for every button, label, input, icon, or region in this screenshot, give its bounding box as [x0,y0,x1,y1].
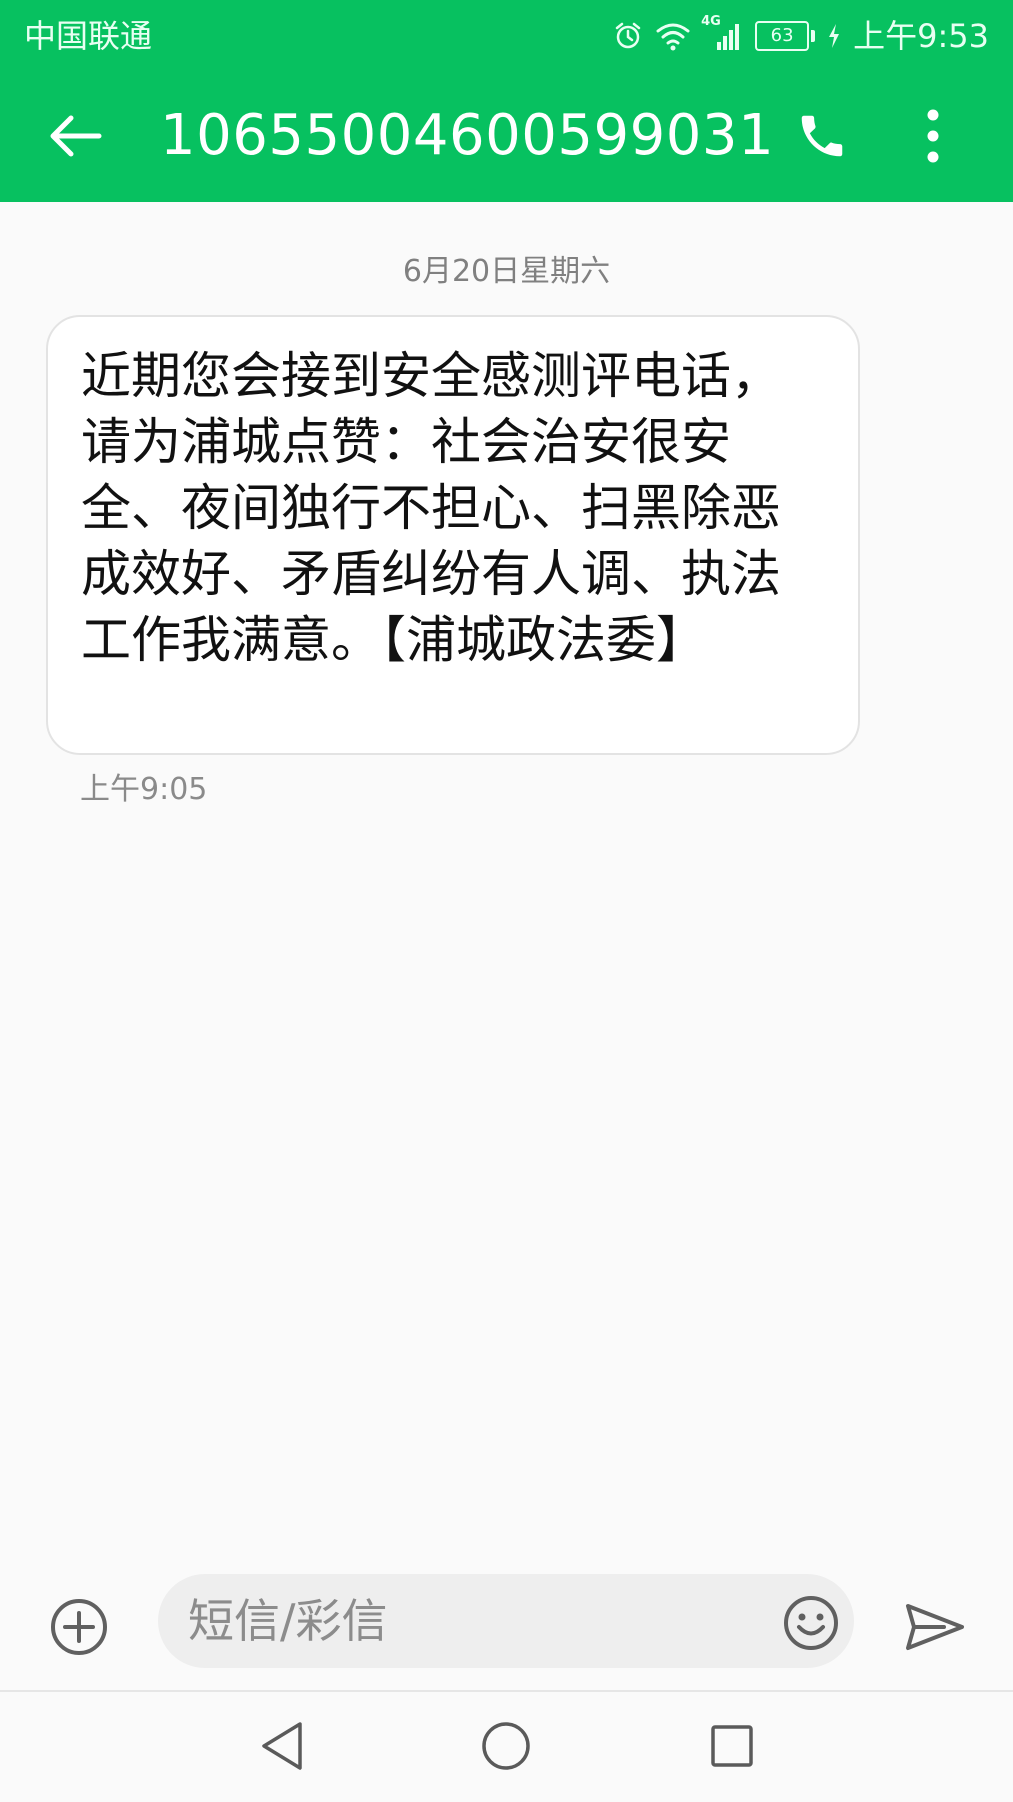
nav-back-button[interactable] [250,1714,314,1778]
system-nav-bar [0,1690,1013,1802]
call-button[interactable] [788,102,856,170]
message-text: 近期您会接到安全感测评电话，请为浦城点赞：社会治安很安全、夜间独行不担心、扫黑除… [81,347,781,669]
composer-bar [0,1560,1013,1690]
status-time: 上午9:53 [853,17,989,55]
more-options-button[interactable] [908,100,958,172]
triangle-back-icon [262,1722,302,1770]
signal-icon: 4G [701,14,743,52]
back-button[interactable] [40,104,110,168]
square-recents-icon [711,1725,753,1767]
status-icons: 4G 63 上午9:53 [613,14,989,58]
conversation-toolbar: 10655004600599031 [0,70,1013,202]
plus-circle-icon [51,1599,107,1655]
app-header: 中国联通 4G 63 上午9:53 10655004600599031 [0,0,1013,202]
alarm-icon [613,21,643,51]
phone-icon [801,115,843,157]
message-bubble[interactable]: 近期您会接到安全感测评电话，请为浦城点赞：社会治安很安全、夜间独行不担心、扫黑除… [46,315,860,755]
date-separator: 6月20日星期六 [402,254,611,289]
nav-home-button[interactable] [474,1714,538,1778]
arrow-left-icon [50,115,102,157]
charging-icon [827,23,841,49]
send-icon [906,1604,964,1650]
message-input[interactable] [188,1586,728,1656]
battery-icon: 63 [755,21,816,51]
attach-button[interactable] [44,1592,114,1662]
compose-field[interactable] [158,1574,854,1668]
status-bar: 中国联通 4G 63 上午9:53 [0,0,1013,70]
network-type: 4G [701,14,721,29]
smiley-icon [784,1596,838,1650]
contact-number: 10655004600599031 [160,103,775,168]
carrier-name: 中国联通 [24,17,153,55]
more-vertical-icon [927,109,939,163]
circle-home-icon [482,1722,530,1770]
emoji-button[interactable] [780,1592,842,1654]
battery-level: 63 [755,21,810,51]
message-timestamp: 上午9:05 [80,772,208,807]
send-button[interactable] [900,1592,970,1662]
nav-recents-button[interactable] [700,1714,764,1778]
wifi-icon [655,21,691,51]
